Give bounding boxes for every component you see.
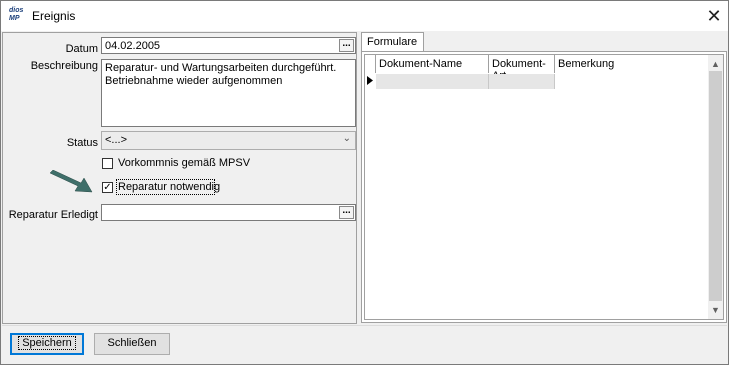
save-button-label: Speichern: [18, 336, 76, 350]
reparatur-erledigt-field[interactable]: [101, 204, 356, 221]
scroll-down-icon[interactable]: ▼: [708, 303, 723, 317]
forms-panel: Formulare Dokument-Name Dokument-Art Bem…: [361, 32, 727, 324]
close-icon[interactable]: ✕: [702, 5, 726, 27]
app-logo-text-top: dios: [9, 7, 24, 14]
datum-label: Datum: [65, 43, 98, 55]
status-select[interactable]: <...> ⌄: [101, 131, 356, 150]
reparatur-erledigt-label: Reparatur Erledigt: [8, 209, 98, 221]
grid-cell[interactable]: [376, 74, 489, 89]
row-indicator-icon: [367, 76, 373, 85]
column-header-bemerkung[interactable]: Bemerkung: [555, 55, 709, 73]
close-button[interactable]: Schließen: [94, 333, 170, 355]
reparatur-erledigt-picker-button[interactable]: ...: [339, 206, 354, 219]
grid-cell[interactable]: [489, 74, 555, 89]
status-label: Status: [66, 137, 98, 149]
scrollbar-thumb[interactable]: [709, 71, 722, 301]
tab-formulare[interactable]: Formulare: [361, 32, 425, 52]
annotation-arrow-icon: [49, 170, 93, 193]
reparatur-checkbox-label: Reparatur notwendig: [118, 181, 221, 193]
column-header-dokument-art[interactable]: Dokument-Art: [489, 55, 555, 82]
grid-corner: [365, 55, 376, 73]
datum-value: 04.02.2005: [105, 40, 161, 52]
mpsv-checkbox[interactable]: [102, 158, 113, 169]
title-bar: dios MP Ereignis ✕: [1, 1, 728, 31]
event-dialog: dios MP Ereignis ✕ Datum 04.02.2005 ... …: [0, 0, 729, 365]
window-title: Ereignis: [32, 9, 76, 23]
save-button[interactable]: Speichern: [10, 333, 84, 355]
mpsv-checkbox-label: Vorkommnis gemäß MPSV: [118, 157, 251, 169]
datum-field[interactable]: 04.02.2005: [101, 37, 356, 54]
chevron-down-icon: ⌄: [342, 133, 351, 144]
column-header-dokument-name[interactable]: Dokument-Name: [376, 55, 489, 73]
datum-picker-button[interactable]: ...: [339, 39, 354, 52]
app-logo-text-bottom: MP: [9, 15, 20, 22]
footer-separator: [2, 325, 727, 326]
documents-grid: Dokument-Name Dokument-Art Bemerkung ▲ ▼: [364, 54, 724, 320]
reparatur-checkbox[interactable]: ✓: [102, 182, 113, 193]
vertical-scrollbar[interactable]: ▲ ▼: [708, 55, 723, 319]
status-value: <...>: [105, 134, 128, 146]
beschreibung-label: Beschreibung: [30, 60, 98, 72]
scroll-up-icon[interactable]: ▲: [708, 57, 723, 71]
app-logo-icon: dios MP: [9, 7, 27, 25]
tab-content: Dokument-Name Dokument-Art Bemerkung ▲ ▼: [361, 51, 727, 323]
beschreibung-textarea[interactable]: Reparatur- und Wartungsarbeiten durchgef…: [101, 59, 356, 127]
